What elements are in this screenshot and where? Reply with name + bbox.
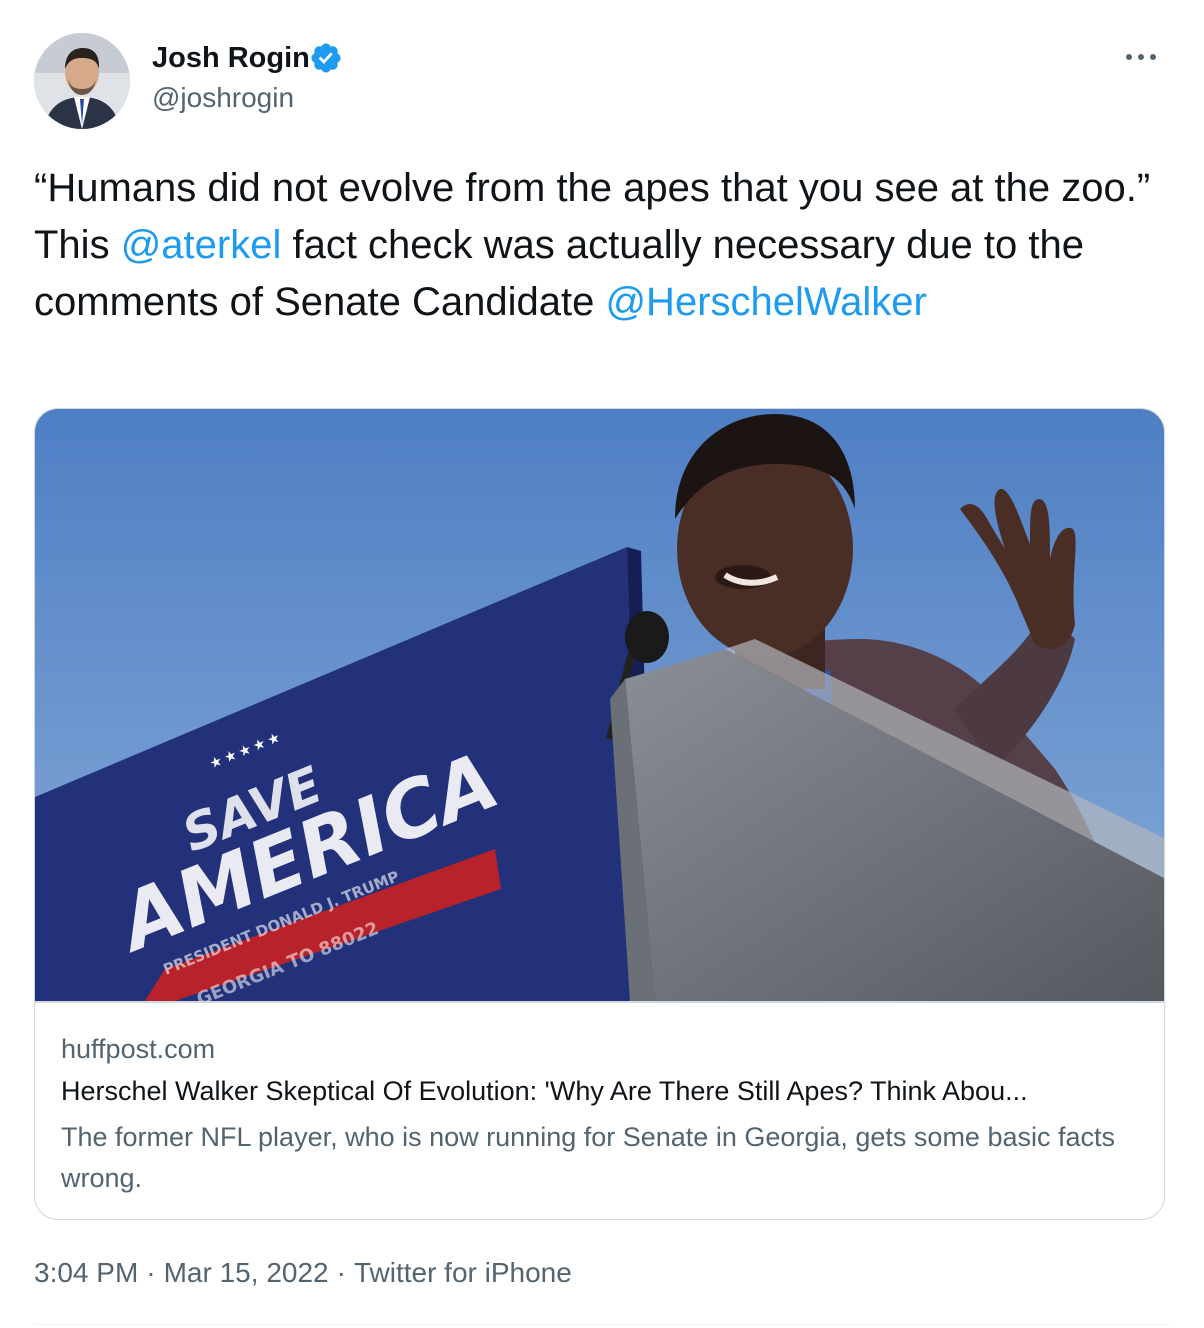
display-name[interactable]: Josh Rogin: [152, 40, 310, 76]
meta-separator: ·: [146, 1257, 156, 1288]
more-dot: [1150, 54, 1156, 60]
tweet-date[interactable]: Mar 15, 2022: [164, 1257, 329, 1288]
tweet-text: “Humans did not evolve from the apes tha…: [34, 160, 1174, 331]
more-dot: [1126, 54, 1132, 60]
card-title[interactable]: Herschel Walker Skeptical Of Evolution: …: [61, 1073, 1141, 1109]
tweet-source[interactable]: Twitter for iPhone: [354, 1257, 572, 1288]
more-horizontal-icon[interactable]: [1116, 44, 1166, 70]
card-image: ★★★★★ SAVE AMERICA PRESIDENT DONALD J. T…: [35, 409, 1164, 1001]
card-description: The former NFL player, who is now runnin…: [61, 1122, 1116, 1193]
verified-badge-icon: [311, 43, 341, 73]
divider: [34, 1324, 1170, 1325]
card-domain: huffpost.com: [61, 1034, 216, 1064]
meta-separator: ·: [336, 1257, 346, 1288]
link-card[interactable]: ★★★★★ SAVE AMERICA PRESIDENT DONALD J. T…: [34, 408, 1165, 1220]
avatar-image: [34, 33, 130, 129]
tweet-time[interactable]: 3:04 PM: [34, 1257, 138, 1288]
mention-herschelwalker[interactable]: @HerschelWalker: [605, 280, 926, 324]
handle[interactable]: @joshrogin: [152, 80, 294, 116]
mention-aterkel[interactable]: @aterkel: [121, 223, 282, 267]
more-dot: [1138, 54, 1144, 60]
tweet: Josh Rogin @joshrogin “Humans did not ev…: [0, 0, 1204, 1328]
tweet-meta: 3:04 PM · Mar 15, 2022 · Twitter for iPhone: [34, 1255, 572, 1291]
avatar[interactable]: [34, 33, 130, 129]
card-divider: [35, 1001, 1164, 1003]
